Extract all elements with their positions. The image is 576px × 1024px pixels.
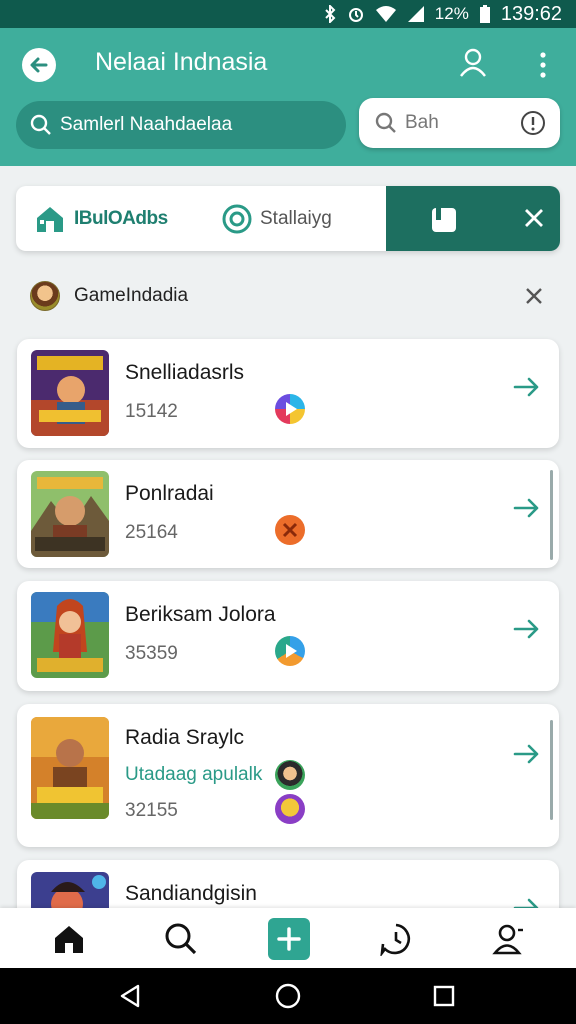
section-header: GameIndadia <box>16 272 560 320</box>
search-input[interactable] <box>60 114 310 136</box>
play-store-icon <box>275 636 305 666</box>
user-icon <box>460 48 486 77</box>
nav-history[interactable] <box>375 918 417 960</box>
target-icon <box>222 204 252 233</box>
game-thumbnail <box>31 717 109 819</box>
nav-search[interactable] <box>160 918 202 960</box>
back-button[interactable] <box>22 48 56 82</box>
game-name: Sandiandgisin <box>125 882 257 905</box>
game-subtitle[interactable]: Utadaag apulalk <box>125 764 262 786</box>
arrow-right-icon[interactable] <box>513 375 541 399</box>
recents-icon[interactable] <box>430 982 458 1010</box>
scrollbar <box>550 470 553 560</box>
profile-icon <box>492 924 523 955</box>
game-name: Beriksam Jolora <box>125 603 276 626</box>
game-count: 35359 <box>125 643 178 664</box>
search-icon <box>375 112 396 133</box>
home-circle-icon[interactable] <box>274 982 302 1010</box>
section-title: GameIndadia <box>74 285 189 306</box>
clock: 139:62 <box>500 2 562 25</box>
status-bar: 12% 139:62 <box>0 0 576 28</box>
game-name: Radia Sraylc <box>125 726 245 749</box>
nav-home[interactable] <box>48 918 90 960</box>
bluetooth-icon <box>323 5 337 23</box>
search-icon <box>165 923 197 955</box>
orange-x-icon <box>275 515 305 545</box>
secondary-search[interactable] <box>359 98 560 148</box>
game-thumbnail <box>31 350 109 436</box>
list-item[interactable]: Beriksam Jolora 35359 <box>17 581 559 691</box>
system-navigation <box>0 968 576 1024</box>
close-icon[interactable] <box>522 206 546 230</box>
alarm-icon <box>347 5 365 23</box>
tab-label: IBulOAdbs <box>74 207 168 229</box>
avatar-purple-icon <box>275 794 305 824</box>
nav-profile[interactable] <box>487 918 529 960</box>
close-icon[interactable] <box>522 284 546 308</box>
game-thumbnail <box>31 592 109 678</box>
avatar <box>30 281 60 311</box>
back-icon[interactable] <box>116 982 144 1010</box>
secondary-search-input[interactable] <box>405 112 515 134</box>
info-icon[interactable] <box>520 110 546 136</box>
arrow-right-icon[interactable] <box>513 742 541 766</box>
account-button[interactable] <box>458 46 488 80</box>
battery-icon <box>479 4 491 24</box>
app-header: Nelaai Indnasia <box>0 28 576 166</box>
avatar-green-icon <box>275 760 305 790</box>
game-thumbnail <box>31 471 109 557</box>
scrollbar <box>550 720 553 820</box>
arrow-right-icon[interactable] <box>513 617 541 641</box>
tab-category[interactable]: Stallaiyg <box>222 186 332 251</box>
tab-active[interactable] <box>386 186 560 251</box>
page-title: Nelaai Indnasia <box>95 48 268 76</box>
tab-store[interactable]: IBulOAdbs <box>34 186 168 251</box>
list-item[interactable]: Ponlradai 25164 <box>17 460 559 568</box>
store-icon <box>37 206 63 232</box>
tab-bar: IBulOAdbs Stallaiyg <box>16 186 560 251</box>
history-icon <box>380 923 411 956</box>
more-options-button[interactable] <box>535 50 551 80</box>
play-store-icon <box>275 394 305 424</box>
search-icon <box>30 114 51 135</box>
bottom-navigation <box>0 908 576 968</box>
more-vert-icon <box>540 52 546 78</box>
wifi-icon <box>375 5 397 23</box>
door-icon <box>432 205 456 232</box>
search-bar[interactable] <box>16 101 346 149</box>
list-item[interactable]: Snelliadasrls 15142 <box>17 339 559 448</box>
home-icon <box>55 926 83 953</box>
game-name: Ponlradai <box>125 482 214 505</box>
game-name: Snelliadasrls <box>125 361 245 384</box>
battery-percent: 12% <box>434 4 469 23</box>
tab-label: Stallaiyg <box>260 207 332 229</box>
game-count: 32155 <box>125 800 178 821</box>
signal-icon <box>407 5 425 23</box>
arrow-right-icon[interactable] <box>513 496 541 520</box>
game-count: 15142 <box>125 401 178 422</box>
add-icon <box>277 927 301 951</box>
back-arrow-icon <box>30 57 48 73</box>
list-item[interactable]: Radia Sraylc Utadaag apulalk 32155 <box>17 704 559 847</box>
nav-add[interactable] <box>268 918 310 960</box>
game-count: 25164 <box>125 522 178 543</box>
